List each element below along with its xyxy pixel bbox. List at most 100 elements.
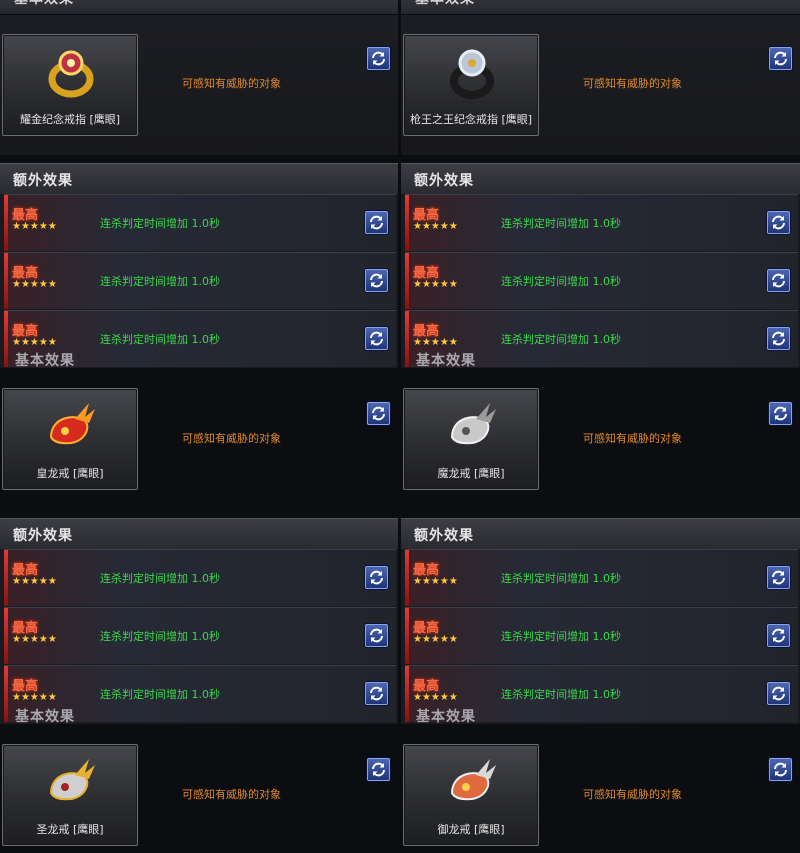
basic-effect-title: 基本效果 [416, 709, 476, 725]
panel-header: 额外效果 [0, 518, 398, 549]
extra-effect-text: 连杀判定时间增加 1.0秒 [100, 333, 220, 346]
star-rating: ★★★★★ [413, 576, 458, 587]
refresh-icon [772, 628, 785, 643]
extra-effect-panel: 额外效果 最高 ★★★★★ 连杀判定时间增加 1.0秒 最高 ★★★★★ 连杀判… [0, 163, 398, 368]
extra-effect-title: 额外效果 [13, 173, 73, 189]
refresh-button[interactable] [367, 758, 390, 781]
star-rating: ★★★★★ [12, 279, 57, 290]
refresh-icon [370, 628, 383, 643]
ring-name: 魔龙戒 [鹰眼] [437, 467, 505, 480]
refresh-icon [370, 331, 383, 346]
refresh-button[interactable] [365, 566, 388, 589]
ring-name: 枪王之王纪念戒指 [鹰眼] [409, 113, 533, 126]
ring-slot[interactable]: 耀金纪念戒指 [鹰眼] [2, 34, 138, 136]
refresh-button[interactable] [769, 758, 792, 781]
refresh-icon [772, 215, 785, 230]
extra-effect-title: 额外效果 [13, 528, 73, 544]
ring-slot[interactable]: 皇龙戒 [鹰眼] [2, 388, 138, 490]
refresh-icon [772, 273, 785, 288]
dragon-ring-icon [450, 759, 496, 801]
ring-slot[interactable]: 魔龙戒 [鹰眼] [403, 388, 539, 490]
refresh-button[interactable] [767, 211, 790, 234]
dragon-ring-icon [49, 759, 95, 801]
basic-effect-panel: 基本效果 皇龙戒 [鹰眼] 可感知有威胁的对象 [0, 352, 398, 510]
refresh-icon [372, 51, 385, 66]
star-rating: ★★★★★ [413, 634, 458, 645]
extra-effect-title: 额外效果 [414, 173, 474, 189]
dragon-ring-icon [450, 403, 496, 445]
basic-effect-text: 可感知有威胁的对象 [583, 788, 682, 801]
panel-header: 基本效果 [401, 0, 800, 15]
ring-name: 皇龙戒 [鹰眼] [36, 467, 104, 480]
refresh-button[interactable] [769, 402, 792, 425]
basic-effect-text: 可感知有威胁的对象 [182, 77, 281, 90]
refresh-icon [370, 273, 383, 288]
star-rating: ★★★★★ [413, 279, 458, 290]
star-rating: ★★★★★ [12, 576, 57, 587]
refresh-button[interactable] [367, 47, 390, 70]
star-rating: ★★★★★ [12, 221, 57, 232]
extra-effect-text: 连杀判定时间增加 1.0秒 [100, 688, 220, 701]
star-rating: ★★★★★ [413, 337, 458, 348]
grade-bar [405, 195, 409, 251]
grade-bar [4, 253, 8, 309]
basic-effect-title: 基本效果 [415, 0, 475, 8]
extra-effect-text: 连杀判定时间增加 1.0秒 [100, 275, 220, 288]
refresh-button[interactable] [365, 682, 388, 705]
refresh-button[interactable] [367, 402, 390, 425]
refresh-icon [370, 215, 383, 230]
extra-effect-row: 最高 ★★★★★ 连杀判定时间增加 1.0秒 [405, 194, 798, 251]
extra-effect-text: 连杀判定时间增加 1.0秒 [501, 688, 621, 701]
extra-effect-panel: 额外效果 最高 ★★★★★ 连杀判定时间增加 1.0秒 最高 ★★★★★ 连杀判… [401, 163, 800, 368]
extra-effect-row: 最高 ★★★★★ 连杀判定时间增加 1.0秒 [4, 194, 396, 251]
ring-name: 耀金纪念戒指 [鹰眼] [19, 113, 121, 126]
ring-icon [450, 49, 494, 99]
refresh-button[interactable] [365, 269, 388, 292]
refresh-icon [772, 686, 785, 701]
ring-slot[interactable]: 圣龙戒 [鹰眼] [2, 744, 138, 846]
ring-slot[interactable]: 枪王之王纪念戒指 [鹰眼] [403, 34, 539, 136]
ring-icon [48, 50, 94, 98]
refresh-button[interactable] [365, 211, 388, 234]
star-rating: ★★★★★ [12, 692, 57, 703]
basic-effect-title: 基本效果 [416, 353, 476, 369]
refresh-button[interactable] [769, 47, 792, 70]
refresh-button[interactable] [767, 566, 790, 589]
extra-effect-panel: 额外效果 最高 ★★★★★ 连杀判定时间增加 1.0秒 最高 ★★★★★ 连杀判… [0, 518, 398, 724]
refresh-button[interactable] [767, 269, 790, 292]
refresh-icon [774, 406, 787, 421]
refresh-button[interactable] [365, 327, 388, 350]
extra-effect-title: 额外效果 [414, 528, 474, 544]
extra-effect-row: 最高 ★★★★★ 连杀判定时间增加 1.0秒 [405, 607, 798, 664]
star-rating: ★★★★★ [12, 634, 57, 645]
refresh-icon [774, 51, 787, 66]
basic-effect-title: 基本效果 [14, 0, 74, 8]
refresh-icon [774, 762, 787, 777]
dragon-ring-icon [49, 403, 95, 445]
extra-effect-text: 连杀判定时间增加 1.0秒 [100, 572, 220, 585]
ring-name: 圣龙戒 [鹰眼] [36, 823, 104, 836]
extra-effect-row: 最高 ★★★★★ 连杀判定时间增加 1.0秒 [405, 549, 798, 606]
basic-effect-text: 可感知有威胁的对象 [583, 432, 682, 445]
refresh-button[interactable] [767, 682, 790, 705]
refresh-button[interactable] [767, 327, 790, 350]
refresh-icon [370, 686, 383, 701]
grade-bar [4, 608, 8, 664]
refresh-button[interactable] [365, 624, 388, 647]
basic-effect-text: 可感知有威胁的对象 [182, 432, 281, 445]
basic-effect-panel: 基本效果 圣龙戒 [鹰眼] 可感知有威胁的对象 [0, 708, 398, 853]
grade-bar [405, 608, 409, 664]
extra-effect-text: 连杀判定时间增加 1.0秒 [501, 217, 621, 230]
panel-header: 额外效果 [0, 163, 398, 194]
grade-bar [4, 550, 8, 606]
extra-effect-text: 连杀判定时间增加 1.0秒 [501, 572, 621, 585]
grade-bar [405, 253, 409, 309]
star-rating: ★★★★★ [413, 221, 458, 232]
ring-slot[interactable]: 御龙戒 [鹰眼] [403, 744, 539, 846]
refresh-button[interactable] [767, 624, 790, 647]
grade-bar [405, 550, 409, 606]
basic-effect-title: 基本效果 [15, 353, 75, 369]
extra-effect-text: 连杀判定时间增加 1.0秒 [501, 333, 621, 346]
star-rating: ★★★★★ [12, 337, 57, 348]
basic-effect-text: 可感知有威胁的对象 [182, 788, 281, 801]
